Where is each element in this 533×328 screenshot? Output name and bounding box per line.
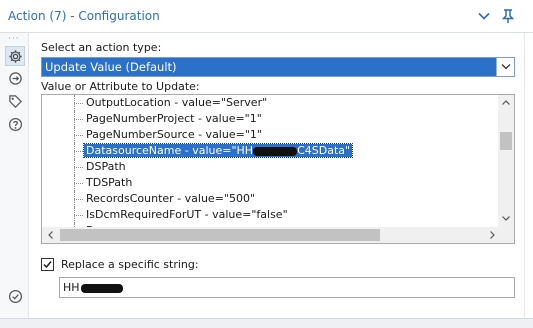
- replace-string-value: HH: [63, 281, 80, 294]
- chevron-down-icon[interactable]: [496, 58, 514, 76]
- replace-string-checkbox[interactable]: [41, 258, 54, 271]
- horizontal-scroll-thumb[interactable]: [60, 229, 380, 241]
- tree-item[interactable]: PageNumberSource - value="1": [42, 127, 500, 143]
- redaction-mark: [253, 146, 298, 156]
- tree-item[interactable]: TDSPath: [42, 175, 500, 191]
- connection-icon[interactable]: [5, 69, 25, 89]
- pin-icon[interactable]: [500, 8, 516, 24]
- check-circle-icon[interactable]: [5, 287, 25, 307]
- scrollbar-corner: [498, 227, 514, 243]
- help-icon[interactable]: [5, 115, 25, 135]
- redaction-mark: [80, 283, 123, 293]
- tree-item[interactable]: DSPath: [42, 159, 500, 175]
- left-rail: ···: [0, 33, 29, 320]
- tag-icon[interactable]: [5, 92, 25, 112]
- scroll-left-icon[interactable]: [42, 227, 58, 243]
- window-title: Action (7) - Configuration: [8, 9, 160, 23]
- window-header: Action (7) - Configuration: [0, 0, 533, 33]
- rail-handle-dots: ···: [8, 34, 20, 44]
- action-type-label: Select an action type:: [41, 41, 162, 54]
- tree-horizontal-scrollbar[interactable]: [42, 227, 500, 243]
- tree-item[interactable]: PageNumberProject - value="1": [42, 111, 500, 127]
- replace-string-input[interactable]: HH: [59, 277, 515, 298]
- scroll-up-icon[interactable]: [498, 95, 514, 111]
- tree-item-selected[interactable]: DatasourceName - value="HH C4SData": [42, 143, 500, 159]
- replace-string-label: Replace a specific string:: [61, 258, 199, 271]
- scroll-down-icon[interactable]: [498, 211, 514, 227]
- tree-item[interactable]: RecordsCounter - value="500": [42, 191, 500, 207]
- tree-label: Value or Attribute to Update:: [41, 80, 200, 93]
- attribute-tree[interactable]: OutputLocation - value="Server" PageNumb…: [41, 94, 515, 244]
- action-type-select[interactable]: Update Value (Default): [41, 57, 515, 77]
- gear-icon[interactable]: [5, 46, 25, 66]
- tree-vertical-scrollbar[interactable]: [498, 95, 514, 227]
- action-type-value: Update Value (Default): [45, 60, 177, 74]
- chevron-down-icon[interactable]: [476, 8, 492, 24]
- tree-item[interactable]: OutputLocation - value="Server": [42, 95, 500, 111]
- right-divider: [524, 33, 525, 318]
- tree-item[interactable]: IsDcmRequiredForUT - value="false": [42, 207, 500, 223]
- vertical-scroll-thumb[interactable]: [500, 132, 512, 150]
